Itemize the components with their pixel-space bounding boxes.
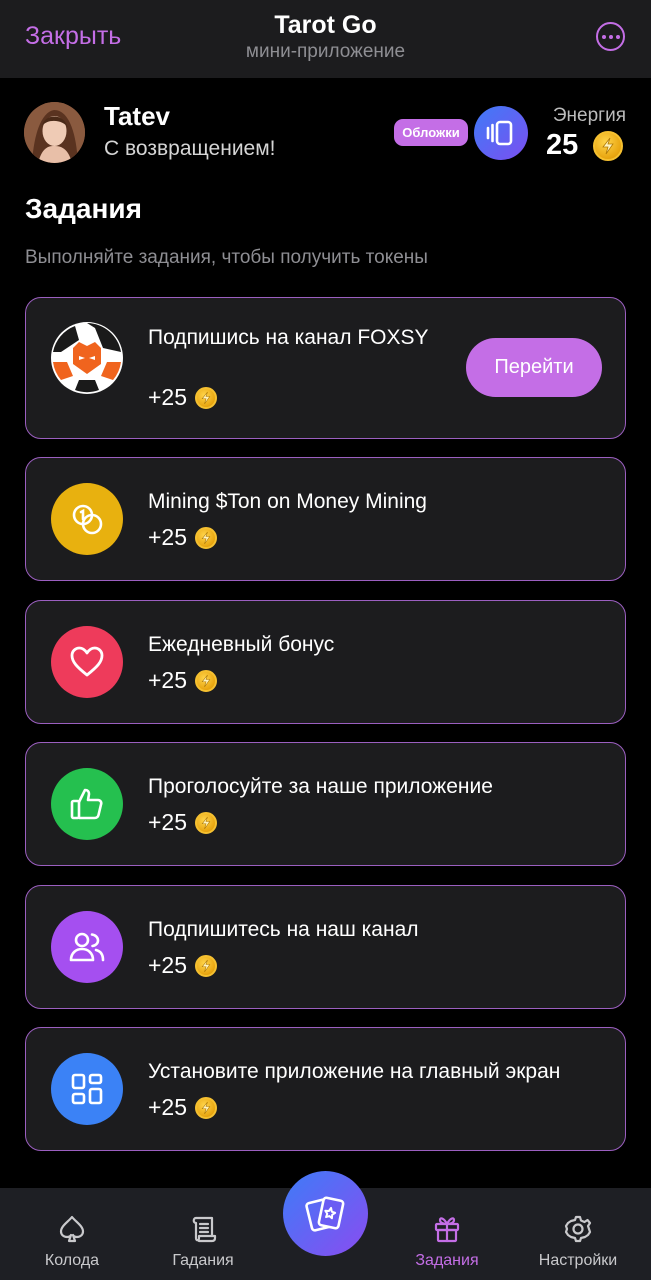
avatar[interactable] (24, 102, 85, 163)
energy-value: 25 (546, 129, 579, 161)
task-card[interactable]: Установите приложение на главный экран +… (25, 1027, 626, 1151)
task-reward: +25 (148, 952, 218, 979)
bolt-coin-icon (195, 526, 218, 549)
nav-label: Задания (415, 1252, 479, 1269)
cards-icon (304, 1195, 344, 1232)
covers-button[interactable] (474, 106, 528, 160)
reward-amount: +25 (148, 809, 188, 835)
spade-icon (59, 1215, 85, 1243)
nav-item-readings[interactable]: Гадания (143, 1188, 263, 1280)
bolt-coin-icon (195, 386, 218, 409)
greeting-text: С возвращением! (104, 137, 276, 160)
task-card[interactable]: Ежедневный бонус +25 (25, 600, 626, 724)
users-icon (51, 911, 123, 983)
section-subtitle: Выполняйте задания, чтобы получить токен… (25, 247, 428, 268)
go-button[interactable]: Перейти (466, 338, 602, 397)
card-stack-icon (486, 120, 513, 146)
user-name: Tatev (104, 101, 170, 131)
gear-icon (564, 1215, 592, 1243)
reward-amount: +25 (148, 384, 188, 410)
heart-icon (51, 626, 123, 698)
reward-amount: +25 (148, 524, 188, 550)
energy-label: Энергия (552, 105, 626, 126)
task-reward: +25 (148, 524, 218, 551)
gift-icon (434, 1217, 460, 1243)
coins-icon (51, 483, 123, 555)
foxsy-logo-icon (51, 322, 123, 394)
grid-icon (51, 1053, 123, 1125)
task-title: Ежедневный бонус (148, 633, 335, 656)
task-card[interactable]: Проголосуйте за наше приложение +25 (25, 742, 626, 866)
bolt-coin-icon (195, 954, 218, 977)
section-title: Задания (25, 193, 142, 224)
task-reward: +25 (148, 1094, 218, 1121)
top-bar: Закрыть Tarot Go мини-приложение (0, 0, 651, 78)
reward-amount: +25 (148, 952, 188, 978)
bolt-coin-icon (593, 131, 623, 161)
dot-icon (615, 34, 620, 39)
reward-amount: +25 (148, 1094, 188, 1120)
center-cards-button[interactable] (283, 1171, 368, 1256)
more-options-button[interactable] (596, 22, 625, 51)
title-block: Tarot Go мини-приложение (0, 10, 651, 64)
scroll-icon (192, 1216, 217, 1243)
dot-icon (601, 34, 606, 39)
task-reward: +25 (148, 667, 218, 694)
task-reward: +25 (148, 384, 218, 411)
app-title: Tarot Go (274, 11, 377, 39)
nav-label: Настройки (538, 1252, 618, 1269)
task-title: Подпишитесь на наш канал (148, 918, 419, 941)
task-card[interactable]: Подпишитесь на наш канал +25 (25, 885, 626, 1009)
app-subtitle: мини-приложение (245, 41, 406, 62)
nav-item-tasks[interactable]: Задания (387, 1188, 507, 1280)
nav-label: Гадания (172, 1252, 234, 1269)
task-card[interactable]: Подпишись на канал FOXSY +25 Перейти (25, 297, 626, 439)
nav-item-deck[interactable]: Колода (12, 1188, 132, 1280)
task-title: Установите приложение на главный экран (148, 1060, 561, 1083)
nav-label: Колода (44, 1252, 100, 1269)
bolt-coin-icon (195, 1096, 218, 1119)
reward-amount: +25 (148, 667, 188, 693)
bolt-coin-icon (195, 669, 218, 692)
thumbs-up-icon (51, 768, 123, 840)
task-title: Проголосуйте за наше приложение (148, 775, 493, 798)
avatar-image (24, 102, 85, 163)
task-title: Mining $Ton on Money Mining (148, 490, 427, 513)
bolt-coin-icon (195, 811, 218, 834)
task-reward: +25 (148, 809, 218, 836)
covers-badge[interactable]: Обложки (394, 119, 468, 146)
task-card[interactable]: Mining $Ton on Money Mining +25 (25, 457, 626, 581)
dot-icon (608, 34, 613, 39)
nav-item-settings[interactable]: Настройки (518, 1188, 638, 1280)
task-title: Подпишись на канал FOXSY (148, 326, 429, 349)
